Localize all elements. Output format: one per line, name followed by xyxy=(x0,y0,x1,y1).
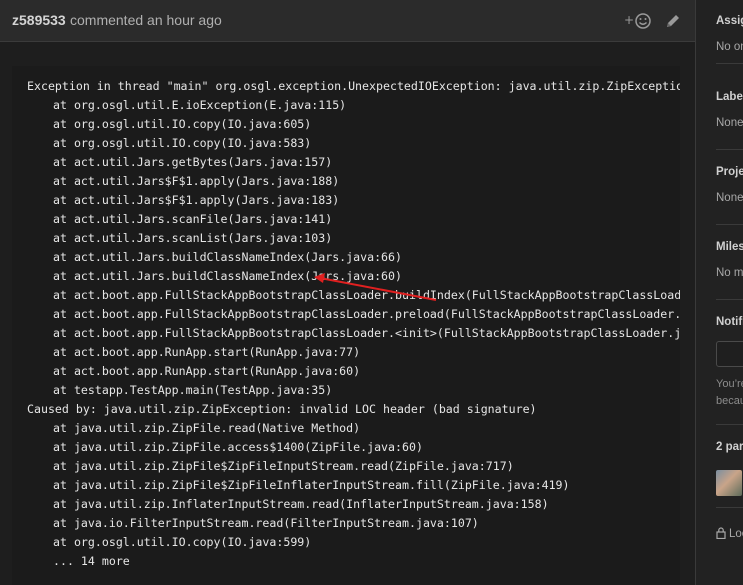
stack-trace-line: at org.osgl.util.E.ioException(E.java:11… xyxy=(53,98,347,112)
assignees-value: No one assigned xyxy=(716,41,743,53)
comment-header: z589533 commented an hour ago + xyxy=(0,0,695,42)
edit-comment-button[interactable] xyxy=(664,12,682,30)
sidebar-milestone[interactable]: Milestone No milestone xyxy=(716,241,743,300)
issue-comment: z589533 commented an hour ago + Exceptio… xyxy=(0,0,696,585)
notifications-note-line-1: You’re not receiving notifications from … xyxy=(716,378,743,390)
code-block: Exception in thread "main" org.osgl.exce… xyxy=(12,66,680,585)
add-reaction-button[interactable]: + xyxy=(624,11,654,31)
stack-trace-line: at act.util.Jars.scanFile(Jars.java:141) xyxy=(53,212,333,226)
stack-trace-line: at java.util.zip.ZipFile$ZipFileInputStr… xyxy=(53,459,514,473)
milestone-value: No milestone xyxy=(716,267,743,279)
stack-trace-line: at org.osgl.util.IO.copy(IO.java:599) xyxy=(53,535,312,549)
stack-trace-line: at testapp.TestApp.main(TestApp.java:35) xyxy=(53,383,333,397)
issue-sidebar: Assignees No one assigned Labels None ye… xyxy=(697,0,743,585)
notifications-heading: Notifications xyxy=(716,316,743,328)
stack-trace-line: ... 14 more xyxy=(53,554,130,568)
labels-value: None yet xyxy=(716,117,743,129)
red-arrow-annotation xyxy=(314,273,437,301)
participants-heading: 2 participants xyxy=(716,441,743,453)
stack-trace-line: at java.util.zip.ZipFile.access$1400(Zip… xyxy=(53,440,423,454)
projects-heading: Projects xyxy=(716,166,743,178)
sidebar-assignees[interactable]: Assignees No one assigned xyxy=(716,15,743,64)
notifications-note-line-2: because you're not watching this reposit… xyxy=(716,395,743,407)
stack-trace-line: at java.io.FilterInputStream.read(Filter… xyxy=(53,516,479,530)
milestone-heading: Milestone xyxy=(716,241,743,253)
notifications-note: You’re not receiving notifications from … xyxy=(716,376,743,410)
comment-author[interactable]: z589533 xyxy=(12,12,66,28)
stack-trace-line: Exception in thread "main" org.osgl.exce… xyxy=(27,79,680,93)
sidebar-labels[interactable]: Labels None yet xyxy=(716,91,743,150)
stack-trace-line: at java.util.zip.ZipFile.read(Native Met… xyxy=(53,421,361,435)
participant-avatar[interactable] xyxy=(716,470,742,496)
stack-trace-line: at act.util.Jars$F$1.apply(Jars.java:188… xyxy=(53,174,340,188)
stack-trace-line: at act.boot.app.RunApp.start(RunApp.java… xyxy=(53,364,361,378)
stack-trace-line: at java.util.zip.ZipFile$ZipFileInflater… xyxy=(53,478,570,492)
stack-trace-line: at act.util.Jars.scanList(Jars.java:103) xyxy=(53,231,333,245)
pencil-icon xyxy=(667,15,679,27)
sidebar-projects[interactable]: Projects None yet xyxy=(716,166,743,225)
stack-trace-line: at act.util.Jars.getBytes(Jars.java:157) xyxy=(53,155,333,169)
comment-timestamp[interactable]: commented an hour ago xyxy=(70,12,222,28)
stack-trace-line: at act.util.Jars$F$1.apply(Jars.java:183… xyxy=(53,193,340,207)
smiley-plus-icon: + xyxy=(624,13,651,29)
projects-value: None yet xyxy=(716,192,743,204)
stack-trace-line: at org.osgl.util.IO.copy(IO.java:583) xyxy=(53,136,312,150)
stack-trace-line: at java.util.zip.InflaterInputStream.rea… xyxy=(53,497,549,511)
assignees-heading: Assignees xyxy=(716,15,743,27)
stack-trace-line: Caused by: java.util.zip.ZipException: i… xyxy=(27,402,537,416)
subscribe-button[interactable] xyxy=(716,341,743,367)
lock-label: Lock conversation xyxy=(729,528,743,540)
stack-trace-line: at act.boot.app.FullStackAppBootstrapCla… xyxy=(53,326,680,340)
svg-text:+: + xyxy=(624,13,634,27)
stack-trace-line: at act.util.Jars.buildClassNameIndex(Jar… xyxy=(53,250,403,264)
stack-trace-line: at act.boot.app.RunApp.start(RunApp.java… xyxy=(53,345,361,359)
stack-trace: Exception in thread "main" org.osgl.exce… xyxy=(27,77,680,571)
lock-icon xyxy=(716,527,726,540)
lock-conversation-link[interactable]: Lock conversation xyxy=(716,527,743,540)
stack-trace-line: at org.osgl.util.IO.copy(IO.java:605) xyxy=(53,117,312,131)
labels-heading: Labels xyxy=(716,91,743,103)
